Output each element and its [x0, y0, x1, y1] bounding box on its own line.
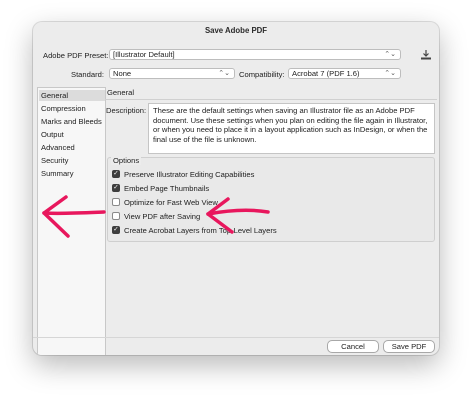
checkbox-unchecked-icon[interactable]: [112, 212, 120, 220]
chevron-updown-icon: ⌃⌄: [384, 70, 396, 77]
sidebar-item-summary[interactable]: Summary: [41, 168, 103, 179]
cancel-button[interactable]: Cancel: [327, 340, 379, 353]
compatibility-select[interactable]: Acrobat 7 (PDF 1.6) ⌃⌄: [288, 68, 401, 79]
sidebar-item-compression[interactable]: Compression: [41, 103, 103, 114]
save-pdf-dialog: Save Adobe PDF Adobe PDF Preset: [Illust…: [33, 22, 439, 355]
compatibility-label: Compatibility:: [239, 70, 285, 79]
save-preset-icon[interactable]: [419, 49, 433, 61]
save-pdf-button[interactable]: Save PDF: [383, 340, 435, 353]
option-acrobat-layers[interactable]: ✓ Create Acrobat Layers from Top-Level La…: [112, 225, 277, 236]
option-label: Preserve Illustrator Editing Capabilitie…: [124, 170, 255, 179]
options-title: Options: [111, 156, 142, 165]
option-view-pdf-after-saving[interactable]: View PDF after Saving: [112, 211, 200, 222]
sidebar-item-general[interactable]: General: [39, 90, 105, 101]
panel-divider: [105, 99, 437, 100]
checkbox-checked-icon[interactable]: ✓: [112, 226, 120, 234]
standard-select[interactable]: None ⌃⌄: [109, 68, 235, 79]
checkbox-checked-icon[interactable]: ✓: [112, 184, 120, 192]
dialog-title: Save Adobe PDF: [204, 26, 268, 35]
preset-label: Adobe PDF Preset:: [43, 51, 109, 60]
sidebar-item-security[interactable]: Security: [41, 155, 103, 166]
chevron-updown-icon: ⌃⌄: [218, 70, 230, 77]
panel-title: General: [107, 88, 135, 97]
option-label: Optimize for Fast Web View: [124, 198, 218, 207]
description-label: Description:: [106, 106, 147, 115]
sidebar-item-advanced[interactable]: Advanced: [41, 142, 103, 153]
sidebar-item-output[interactable]: Output: [41, 129, 103, 140]
standard-value: None: [113, 69, 132, 78]
preset-select[interactable]: [Illustrator Default] ⌃⌄: [109, 49, 401, 60]
option-label: Embed Page Thumbnails: [124, 184, 210, 193]
description-box: These are the default settings when savi…: [148, 103, 435, 154]
option-fast-web-view[interactable]: Optimize for Fast Web View: [112, 197, 218, 208]
compatibility-value: Acrobat 7 (PDF 1.6): [292, 69, 360, 78]
footer-divider: [33, 337, 439, 338]
option-embed-thumbnails[interactable]: ✓ Embed Page Thumbnails: [112, 183, 209, 194]
checkbox-unchecked-icon[interactable]: [112, 198, 120, 206]
preset-value: [Illustrator Default]: [113, 50, 175, 59]
option-label: Create Acrobat Layers from Top-Level Lay…: [124, 226, 277, 235]
option-label: View PDF after Saving: [124, 212, 201, 221]
checkbox-checked-icon[interactable]: ✓: [112, 170, 120, 178]
chevron-updown-icon: ⌃⌄: [384, 51, 396, 58]
settings-sidebar: General Compression Marks and Bleeds Out…: [37, 87, 106, 355]
option-preserve-editing[interactable]: ✓ Preserve Illustrator Editing Capabiliti…: [112, 169, 254, 180]
standard-label: Standard:: [71, 70, 104, 79]
sidebar-item-marks-and-bleeds[interactable]: Marks and Bleeds: [41, 116, 103, 127]
